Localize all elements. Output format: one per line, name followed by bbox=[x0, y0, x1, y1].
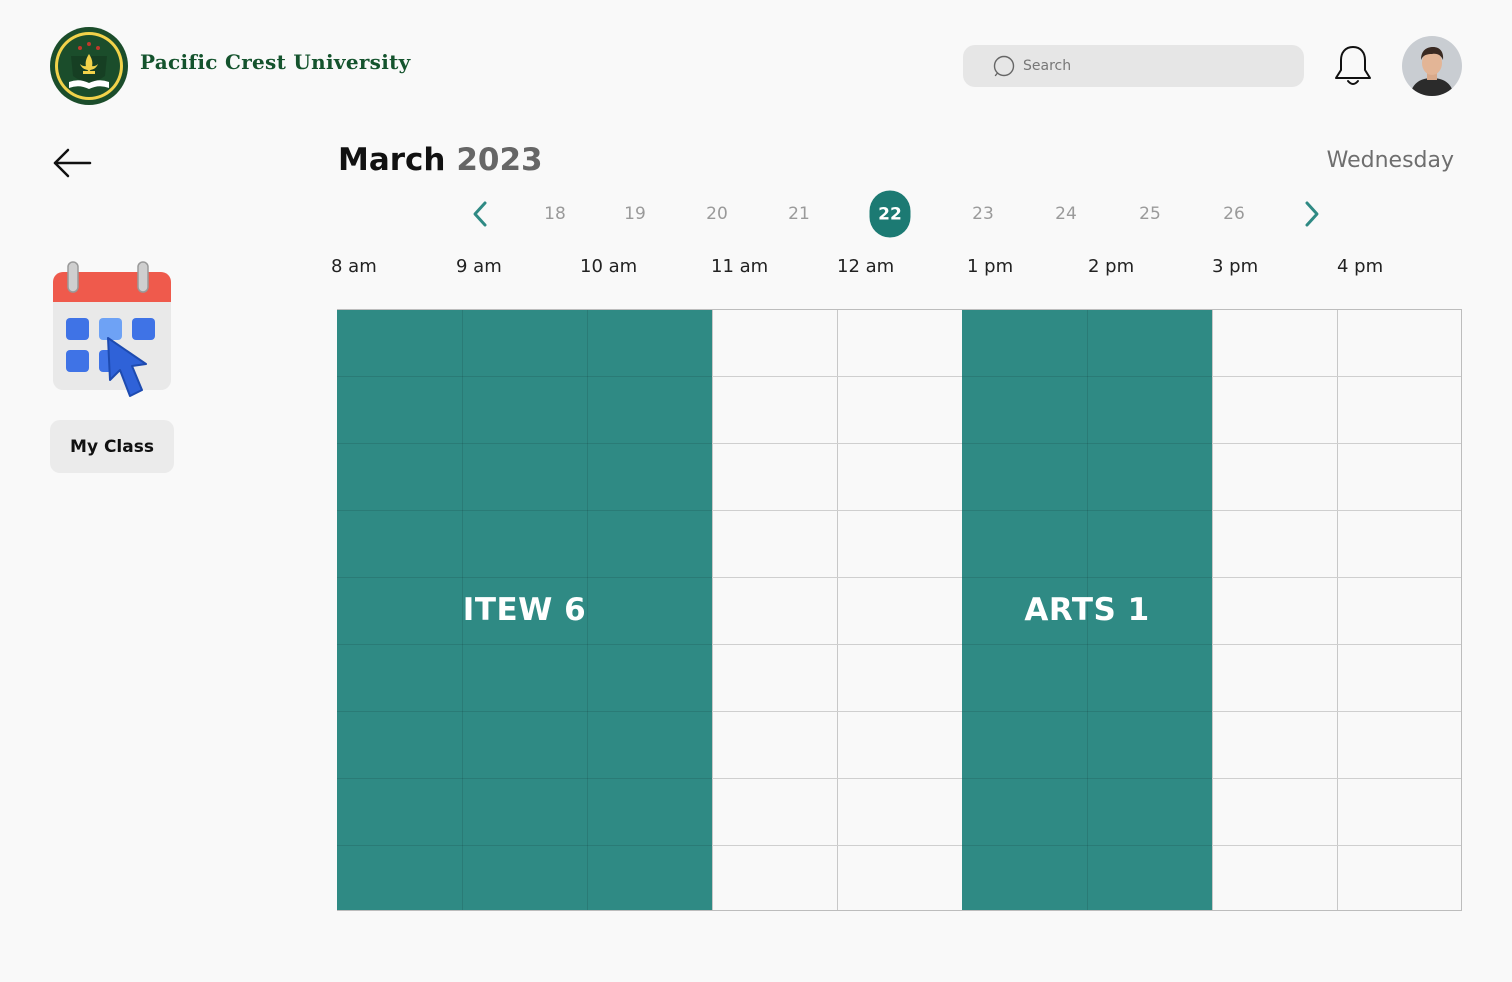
month-title: March 2023 bbox=[338, 142, 543, 178]
calendar-illustration bbox=[50, 258, 174, 402]
search-icon bbox=[993, 55, 1015, 77]
weekday-label: Wednesday bbox=[1326, 148, 1454, 173]
grid-column-line bbox=[1337, 310, 1338, 910]
user-avatar[interactable] bbox=[1402, 36, 1462, 96]
day-item[interactable]: 18 bbox=[544, 204, 566, 224]
day-item[interactable]: 19 bbox=[624, 204, 646, 224]
day-item[interactable]: 25 bbox=[1139, 204, 1161, 224]
time-label: 8 am bbox=[331, 256, 377, 277]
day-selected[interactable]: 22 bbox=[869, 190, 911, 238]
notification-button[interactable] bbox=[1332, 43, 1374, 89]
class-event-block[interactable]: ARTS 1 bbox=[962, 310, 1212, 910]
next-day-button[interactable] bbox=[1299, 198, 1323, 230]
bell-icon bbox=[1335, 46, 1371, 85]
grid-column-line bbox=[1212, 310, 1213, 910]
search-input[interactable] bbox=[1021, 57, 1285, 75]
avatar-icon bbox=[1402, 36, 1462, 96]
grid-column-line bbox=[837, 310, 838, 910]
class-event-label: ARTS 1 bbox=[1024, 592, 1150, 628]
grid-column-line bbox=[712, 310, 713, 910]
time-label: 3 pm bbox=[1212, 256, 1259, 277]
month-name: March bbox=[338, 142, 446, 178]
previous-day-button[interactable] bbox=[469, 198, 493, 230]
class-event-block[interactable]: ITEW 6 bbox=[337, 310, 712, 910]
chevron-right-icon bbox=[1305, 201, 1319, 227]
schedule-grid: ITEW 6 ARTS 1 bbox=[337, 309, 1462, 911]
day-item[interactable]: 23 bbox=[972, 204, 994, 224]
day-item[interactable]: 20 bbox=[706, 204, 728, 224]
day-item[interactable]: 21 bbox=[788, 204, 810, 224]
time-label: 4 pm bbox=[1337, 256, 1384, 277]
day-item[interactable]: 26 bbox=[1223, 204, 1245, 224]
arrow-left-icon bbox=[53, 148, 92, 178]
university-crest-logo-icon bbox=[50, 27, 128, 105]
time-label: 2 pm bbox=[1088, 256, 1135, 277]
class-event-label: ITEW 6 bbox=[462, 592, 587, 628]
time-label: 1 pm bbox=[967, 256, 1014, 277]
university-name: Pacific Crest University bbox=[140, 50, 411, 74]
time-label: 11 am bbox=[711, 256, 769, 277]
time-label: 10 am bbox=[580, 256, 638, 277]
day-item[interactable]: 24 bbox=[1055, 204, 1077, 224]
calendar-cursor-icon bbox=[53, 261, 171, 397]
back-button[interactable] bbox=[52, 147, 92, 179]
university-logo[interactable] bbox=[49, 26, 129, 106]
time-label: 12 am bbox=[837, 256, 895, 277]
year: 2023 bbox=[456, 142, 543, 178]
my-class-button[interactable]: My Class bbox=[50, 420, 174, 473]
time-label: 9 am bbox=[456, 256, 502, 277]
chevron-left-icon bbox=[473, 201, 487, 227]
search-bar[interactable] bbox=[963, 45, 1304, 87]
